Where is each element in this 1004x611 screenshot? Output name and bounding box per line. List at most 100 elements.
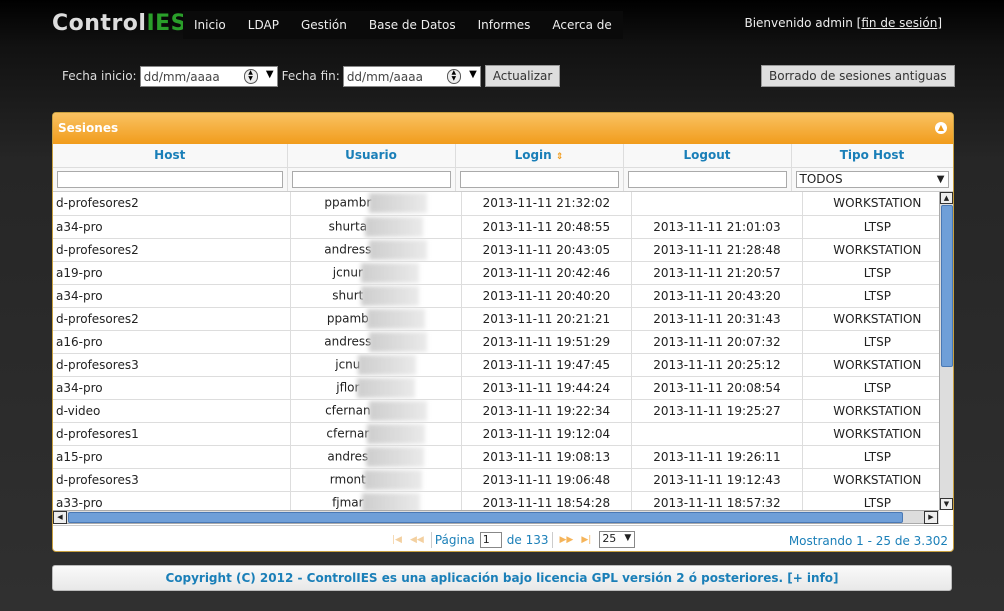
host-cell: d-profesores3 xyxy=(53,353,292,377)
login-filter-input[interactable] xyxy=(459,170,619,188)
redacted-name xyxy=(361,492,420,510)
type-filter-select[interactable]: TODOS ▼ xyxy=(795,170,949,188)
nav-item-acerca-de[interactable]: Acerca de xyxy=(541,11,622,39)
user-filter-input[interactable] xyxy=(291,170,451,188)
redacted-name xyxy=(363,469,422,490)
user-cell: ppambr xyxy=(290,192,462,216)
table-row[interactable]: a34-pro shurta 2013-11-11 20:48:55 2013-11-… xyxy=(53,215,939,239)
host-cell: d-video xyxy=(53,399,292,423)
host-cell: d-profesores2 xyxy=(53,307,292,331)
sessions-table: d-profesores2 ppambr 2013-11-11 21:32:02 WO… xyxy=(53,192,939,510)
host-cell: a34-pro xyxy=(53,284,292,308)
redacted-name xyxy=(361,285,420,306)
page-input[interactable]: 1 xyxy=(479,531,502,548)
column-header-host[interactable]: Host xyxy=(53,144,288,168)
end-date-field[interactable]: dd/mm/aaaa ▲ ▼ ▼ xyxy=(342,65,481,87)
user-cell: rmont xyxy=(290,468,462,492)
host-filter-input[interactable] xyxy=(57,170,283,188)
table-row[interactable]: d-video cfernan 2013-11-11 19:22:34 2013-11… xyxy=(53,399,939,423)
logout-cell: 2013-11-11 20:07:32 xyxy=(631,330,803,354)
redacted-name xyxy=(360,262,419,283)
table-row[interactable]: d-profesores2 andress 2013-11-11 20:43:05 2… xyxy=(53,238,939,262)
login-cell: 2013-11-11 19:44:24 xyxy=(461,376,633,400)
login-cell: 2013-11-11 19:22:34 xyxy=(461,399,633,423)
table-row[interactable]: d-profesores3 rmont 2013-11-11 19:06:48 201… xyxy=(53,468,939,492)
login-cell: 2013-11-11 20:40:20 xyxy=(461,284,633,308)
last-page-icon[interactable]: ▶| xyxy=(581,535,591,545)
table-row[interactable]: a34-pro jflor 2013-11-11 19:44:24 2013-11-1… xyxy=(53,376,939,400)
login-cell: 2013-11-11 20:21:21 xyxy=(461,307,633,331)
sort-icon: ⇕ xyxy=(555,152,564,163)
login-cell: 2013-11-11 20:48:55 xyxy=(461,215,633,239)
table-row[interactable]: a15-pro andres 2013-11-11 19:08:13 2013-11-… xyxy=(53,445,939,469)
first-page-icon[interactable]: |◀ xyxy=(392,535,402,545)
redacted-name xyxy=(358,354,417,375)
host-cell: d-profesores3 xyxy=(53,468,292,492)
scroll-right-icon[interactable]: ▶ xyxy=(924,511,938,524)
user-cell: cfernar xyxy=(290,422,462,446)
start-date-spinner-icon[interactable]: ▲ ▼ xyxy=(243,68,258,84)
vertical-scroll-thumb[interactable] xyxy=(941,205,953,367)
user-cell: jcnu xyxy=(290,353,462,377)
host-cell: a34-pro xyxy=(53,376,292,400)
table-row[interactable]: a16-pro andress 2013-11-11 19:51:29 2013-11… xyxy=(53,330,939,354)
next-page-icon[interactable]: ▶▶ xyxy=(560,535,574,545)
table-row[interactable]: a33-pro fjmar 2013-11-11 18:54:28 2013-11-1… xyxy=(53,491,939,510)
host-cell: a16-pro xyxy=(53,330,292,354)
vertical-scrollbar[interactable]: ▲ ▼ xyxy=(939,192,953,510)
table-row[interactable]: d-profesores3 jcnu 2013-11-11 19:47:45 2013… xyxy=(53,353,939,377)
page-count: de 133 xyxy=(506,532,549,547)
logout-cell: 2013-11-11 20:43:20 xyxy=(631,284,803,308)
type-cell: LTSP xyxy=(802,261,939,285)
page-size-select[interactable]: 25 ▼ xyxy=(599,531,636,548)
type-cell: WORKSTATION xyxy=(802,353,939,377)
horizontal-scroll-thumb[interactable] xyxy=(68,512,903,523)
logout-filter-input[interactable] xyxy=(627,170,787,188)
login-cell: 2013-11-11 20:43:05 xyxy=(461,238,633,262)
update-button[interactable]: Actualizar xyxy=(484,65,561,87)
host-cell: a34-pro xyxy=(53,215,292,239)
column-header-login[interactable]: Login ⇕ xyxy=(455,144,624,168)
logout-cell xyxy=(631,422,803,446)
nav-item-ldap[interactable]: LDAP xyxy=(237,11,290,39)
table-row[interactable]: d-profesores2 ppambr 2013-11-11 21:32:02 WO… xyxy=(53,192,939,216)
page-label: Página xyxy=(434,532,475,547)
scroll-down-icon[interactable]: ▼ xyxy=(940,498,953,510)
logout-cell: 2013-11-11 21:01:03 xyxy=(631,215,803,239)
logout-cell: 2013-11-11 20:25:12 xyxy=(631,353,803,377)
table-row[interactable]: a19-pro jcnur 2013-11-11 20:42:46 2013-11-1… xyxy=(53,261,939,285)
scroll-left-icon[interactable]: ◀ xyxy=(53,511,67,524)
host-cell: a15-pro xyxy=(53,445,292,469)
redacted-name xyxy=(368,400,427,421)
redacted-name xyxy=(357,377,416,398)
top-bar: ControlIES Inicio LDAP Gestión Base de D… xyxy=(0,0,1004,50)
nav-item-inicio[interactable]: Inicio xyxy=(183,11,237,39)
start-date-dropdown-icon[interactable]: ▼ xyxy=(266,69,274,80)
start-date-field[interactable]: dd/mm/aaaa ▲ ▼ ▼ xyxy=(139,65,278,87)
nav-item-gestion[interactable]: Gestión xyxy=(290,11,358,39)
column-header-tipo-host[interactable]: Tipo Host xyxy=(791,144,953,168)
table-row[interactable]: d-profesores1 cfernar 2013-11-11 19:12:04 W… xyxy=(53,422,939,446)
prev-page-icon[interactable]: ◀◀ xyxy=(410,535,424,545)
purge-sessions-button[interactable]: Borrado de sesiones antiguas xyxy=(761,65,955,87)
nav-item-informes[interactable]: Informes xyxy=(467,11,542,39)
column-header-usuario[interactable]: Usuario xyxy=(287,144,456,168)
host-cell: d-profesores2 xyxy=(53,238,292,262)
scroll-up-icon[interactable]: ▲ xyxy=(940,192,953,204)
type-cell: LTSP xyxy=(802,330,939,354)
horizontal-scrollbar[interactable]: ◀ ▶ xyxy=(53,510,939,524)
login-cell: 2013-11-11 19:47:45 xyxy=(461,353,633,377)
logout-link[interactable]: fin de sesión xyxy=(861,16,937,30)
login-cell: 2013-11-11 19:51:29 xyxy=(461,330,633,354)
main-nav: Inicio LDAP Gestión Base de Datos Inform… xyxy=(183,11,623,39)
table-row[interactable]: d-profesores2 ppamb 2013-11-11 20:21:21 201… xyxy=(53,307,939,331)
nav-item-base-de-datos[interactable]: Base de Datos xyxy=(358,11,467,39)
end-date-dropdown-icon[interactable]: ▼ xyxy=(469,69,477,80)
login-cell: 2013-11-11 19:08:13 xyxy=(461,445,633,469)
table-row[interactable]: a34-pro shurt 2013-11-11 20:40:20 2013-11-1… xyxy=(53,284,939,308)
collapse-icon[interactable]: ▲ xyxy=(935,122,947,134)
end-date-spinner-icon[interactable]: ▲ ▼ xyxy=(446,68,461,84)
login-cell: 2013-11-11 18:54:28 xyxy=(461,491,633,510)
column-header-logout[interactable]: Logout xyxy=(623,144,792,168)
type-cell: LTSP xyxy=(802,215,939,239)
